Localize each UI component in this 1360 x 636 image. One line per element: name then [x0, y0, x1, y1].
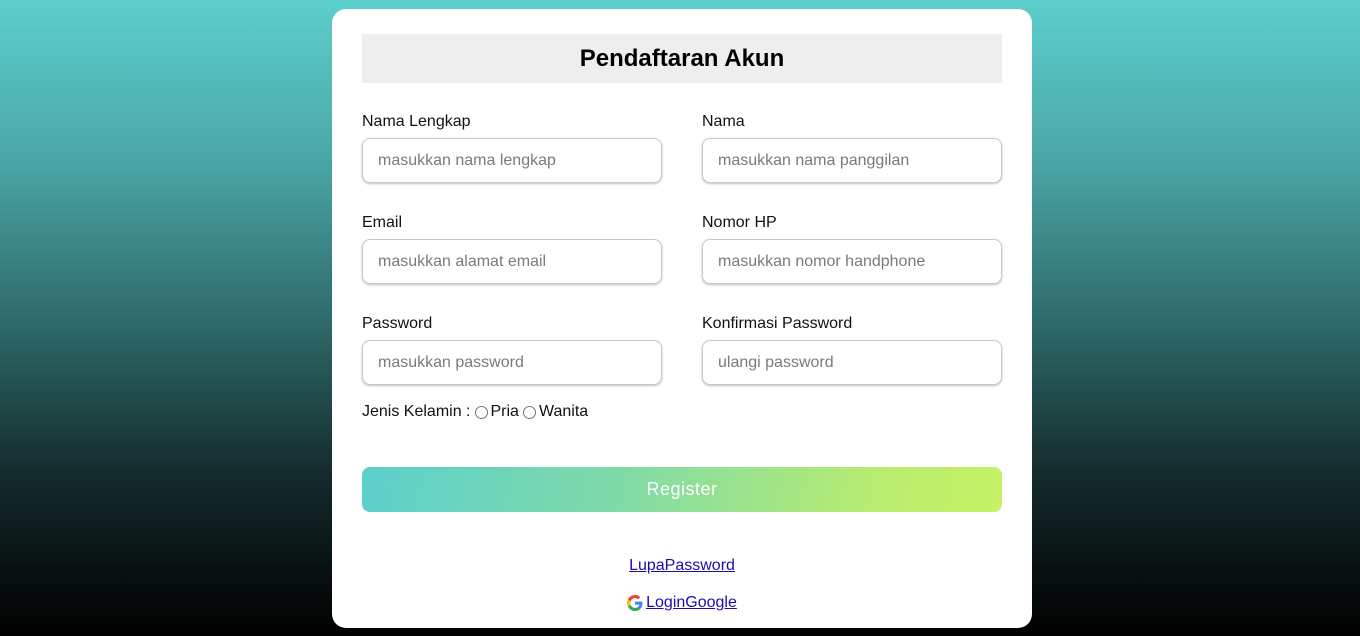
gender-label: Jenis Kelamin :: [362, 403, 471, 420]
confirm-password-field: Konfirmasi Password: [702, 314, 1002, 385]
forgot-password-link[interactable]: LupaPassword: [629, 557, 735, 574]
google-login-link[interactable]: LoginGoogle: [646, 593, 737, 613]
gender-radio-wanita[interactable]: [522, 405, 536, 419]
nickname-field: Nama: [702, 112, 1002, 183]
phone-field: Nomor HP: [702, 213, 1002, 284]
gender-group: Jenis Kelamin : Pria Wanita: [362, 402, 1002, 422]
email-label: Email: [362, 214, 403, 231]
form-grid: Nama Lengkap Nama Email Nomor HP Passwor…: [362, 112, 1002, 385]
forgot-password-row: LupaPassword: [362, 556, 1002, 576]
page-title: Pendaftaran Akun: [579, 44, 785, 72]
google-login-row: LoginGoogle: [362, 593, 1002, 613]
full-name-input[interactable]: [362, 138, 662, 183]
gender-option-wanita-label: Wanita: [538, 403, 589, 420]
email-field: Email: [362, 213, 662, 284]
full-name-label: Nama Lengkap: [362, 113, 471, 130]
gender-option-pria-label: Pria: [490, 403, 519, 420]
password-label: Password: [362, 315, 433, 332]
phone-input[interactable]: [702, 239, 1002, 284]
registration-card: Pendaftaran Akun Nama Lengkap Nama Email…: [332, 9, 1032, 628]
confirm-password-label: Konfirmasi Password: [702, 315, 853, 332]
phone-label: Nomor HP: [702, 214, 777, 231]
confirm-password-input[interactable]: [702, 340, 1002, 385]
register-button[interactable]: Register: [362, 467, 1002, 512]
password-field: Password: [362, 314, 662, 385]
full-name-field: Nama Lengkap: [362, 112, 662, 183]
links-section: LupaPassword LoginGoogle: [362, 556, 1002, 613]
nickname-label: Nama: [702, 113, 745, 130]
email-input[interactable]: [362, 239, 662, 284]
password-input[interactable]: [362, 340, 662, 385]
title-bar: Pendaftaran Akun: [362, 34, 1002, 83]
nickname-input[interactable]: [702, 138, 1002, 183]
google-icon: [627, 595, 643, 611]
gender-radio-pria[interactable]: [474, 405, 488, 419]
